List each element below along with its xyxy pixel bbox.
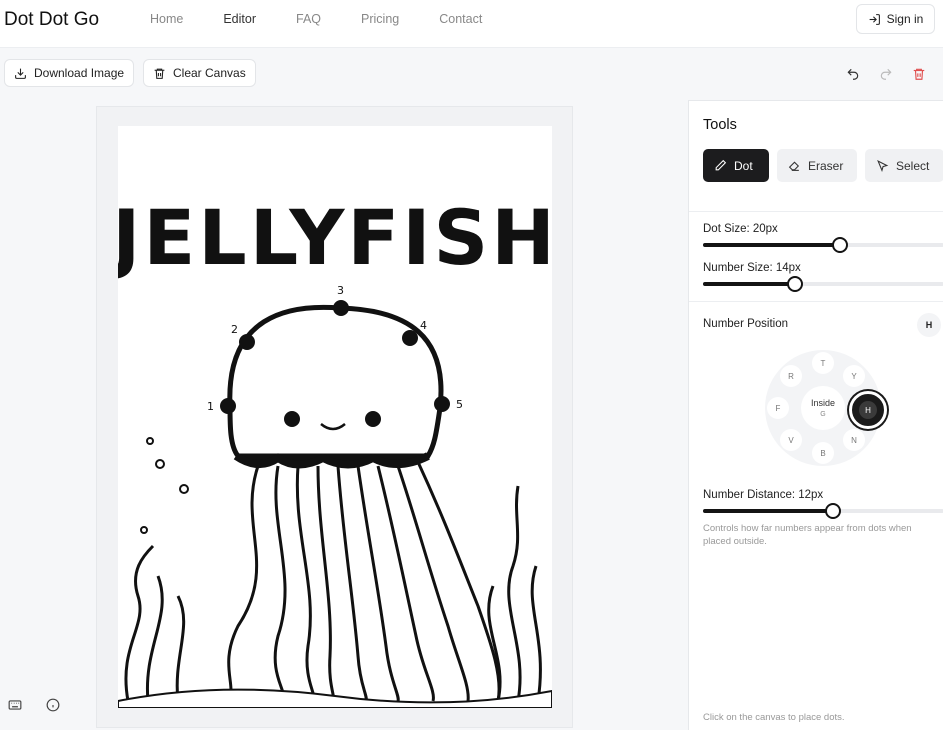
jellyfish-tentacles [226,461,501,703]
tool-dot-label: Dot [734,158,753,173]
number-position-label: Number Position [703,318,789,330]
dot-marker[interactable] [220,398,236,414]
download-image-button[interactable]: Download Image [4,59,135,87]
top-nav: Dot Dot Go Home Editor FAQ Pricing Conta… [0,0,943,48]
jellyfish-illustration: JELLYFISH 1 2 3 4 5 [107,193,555,709]
nav-editor[interactable]: Editor [223,12,256,26]
action-bar: Download Image Clear Canvas [0,48,943,98]
trash-icon [154,68,165,79]
number-distance-label: Number Distance: 12px [703,489,824,501]
eraser-icon [788,161,800,171]
bubbles [140,437,189,534]
sign-in-icon [869,13,880,25]
tool-select-button[interactable]: Select [865,149,943,182]
undo-icon [847,68,859,80]
position-key-f[interactable]: F [767,397,789,419]
dot-size-label: Dot Size: 20px [703,223,778,235]
undo-button[interactable] [845,66,861,82]
clear-label: Clear Canvas [173,66,246,80]
nav-faq[interactable]: FAQ [296,12,321,26]
seaweed [124,485,542,702]
divider [689,301,943,302]
jellyfish-rim [233,452,430,469]
slider-thumb[interactable] [832,237,849,253]
pencil-icon [715,159,727,171]
inside-key: G [820,411,826,418]
nav-home[interactable]: Home [150,12,183,26]
nav-contact[interactable]: Contact [439,12,482,26]
dot-marker[interactable] [434,396,450,412]
tool-select-label: Select [896,158,930,173]
jellyfish-smile [320,423,346,431]
sign-in-label: Sign in [886,12,924,26]
dot-number: 5 [456,398,463,411]
number-size-label: Number Size: 14px [703,262,801,274]
cursor-icon [877,160,889,172]
active-key-label: H [859,401,877,419]
keyboard-button[interactable] [0,690,30,720]
footer-hint: Click on the canvas to place dots. [703,712,845,723]
position-key-n[interactable]: N [843,429,865,451]
dot-marker[interactable] [402,330,418,346]
position-key-y[interactable]: Y [843,365,865,387]
download-icon [15,68,26,79]
slider-fill [703,509,834,513]
tool-dot-button[interactable]: Dot [703,149,769,182]
position-key-h-active[interactable]: H [849,391,887,429]
sign-in-button[interactable]: Sign in [856,4,935,34]
slider-fill [703,243,841,247]
sea-floor [117,688,553,709]
redo-button[interactable] [878,66,894,82]
drawing-canvas[interactable]: JELLYFISH 1 2 3 4 5 [107,126,555,709]
dot-number: 2 [231,323,238,336]
slider-thumb[interactable] [825,503,842,519]
canvas-heading: JELLYFISH [118,193,552,282]
number-distance-slider[interactable] [703,503,943,519]
position-key-t[interactable]: T [812,352,834,374]
slider-thumb[interactable] [786,276,803,292]
number-position-current-badge: H [917,313,941,337]
number-size-slider[interactable] [703,276,943,292]
jellyfish-eye-right [365,411,381,427]
number-distance-hint: Controls how far numbers appear from dot… [703,523,912,547]
clear-canvas-button[interactable]: Clear Canvas [143,59,256,87]
position-key-v[interactable]: V [780,429,802,451]
inside-label: Inside [810,398,836,408]
info-icon [46,698,60,712]
position-key-r[interactable]: R [780,365,802,387]
dot-marker[interactable] [333,300,349,316]
main-nav: Home Editor FAQ Pricing Contact [130,12,502,26]
tool-eraser-button[interactable]: Eraser [777,149,857,182]
dot-number: 4 [420,319,427,332]
position-key-b[interactable]: B [812,442,834,464]
slider-fill [703,282,795,286]
position-key-inside[interactable]: Inside G [801,386,845,430]
brand-logo[interactable]: Dot Dot Go [4,9,99,31]
dot-number: 3 [337,284,344,297]
tools-panel: Tools Dot Eraser Select Dot Size: 20px N… [688,100,943,730]
keyboard-icon [8,700,22,710]
tool-eraser-label: Eraser [808,158,844,173]
jellyfish-bell [227,304,444,459]
nav-pricing[interactable]: Pricing [361,12,399,26]
dot-marker[interactable] [239,334,255,350]
dot-size-slider[interactable] [703,237,943,253]
download-label: Download Image [34,66,125,80]
dot-number: 1 [207,400,214,413]
redo-icon [880,68,892,80]
info-button[interactable] [38,690,68,720]
delete-button[interactable] [911,66,927,82]
trash-red-icon [913,68,925,80]
jellyfish-eye-left [284,411,300,427]
divider [689,211,943,212]
panel-title: Tools [703,117,737,133]
